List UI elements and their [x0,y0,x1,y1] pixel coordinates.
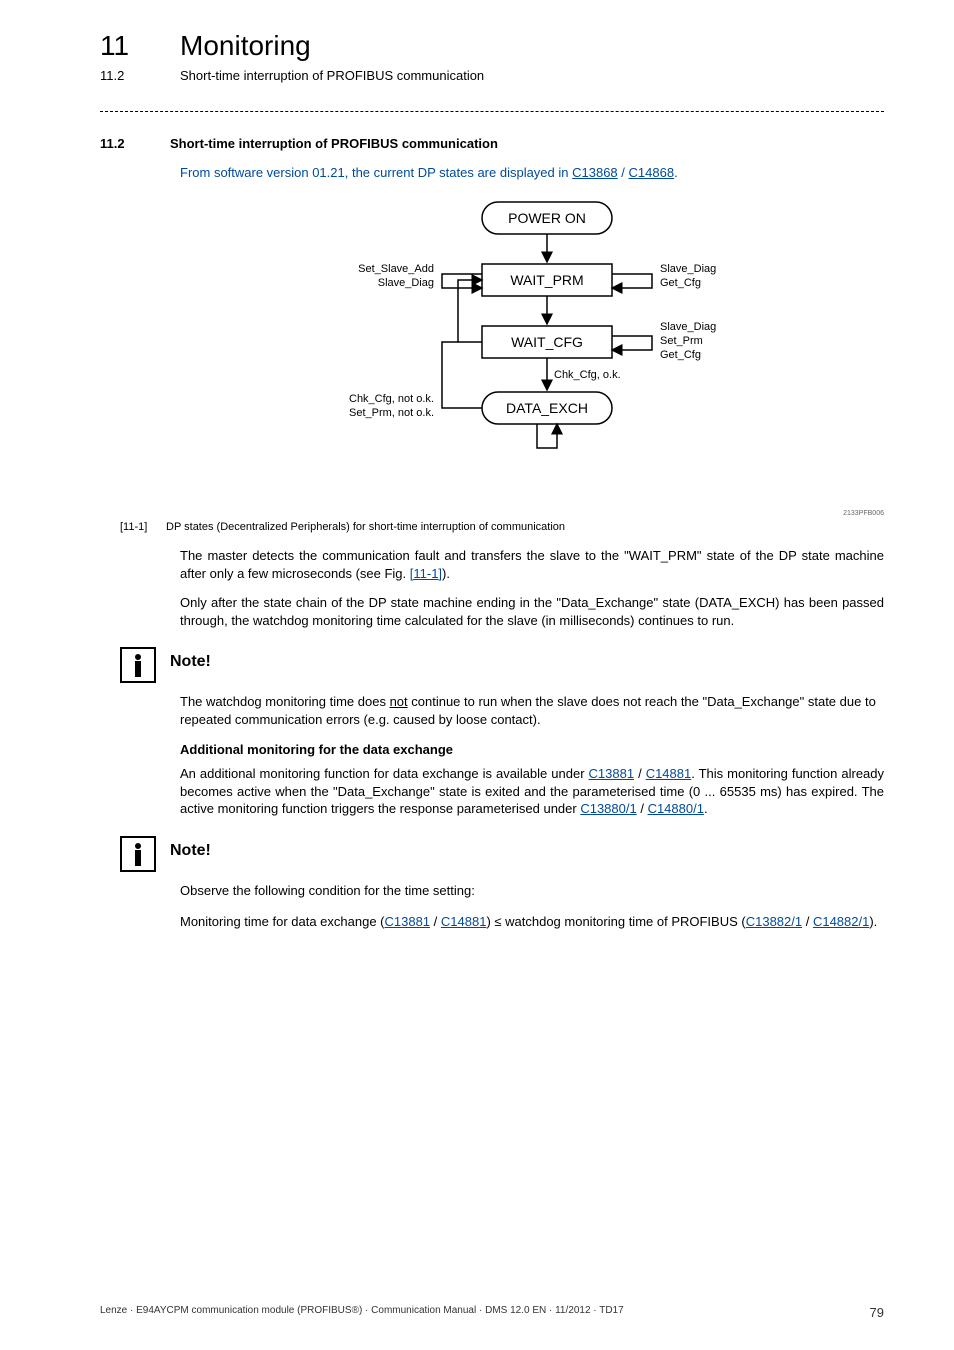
label-get-cfg-r2: Get_Cfg [660,349,701,361]
figure-caption: DP states (Decentralized Peripherals) fo… [166,521,565,533]
n2-s2: / [802,914,813,929]
note1-a: The watchdog monitoring time does [180,694,390,709]
link-c13880-1[interactable]: C13880/1 [580,801,636,816]
link-c14882-1[interactable]: C14882/1 [813,914,869,929]
state-power-on: POWER ON [508,210,586,226]
label-slave-diag-r2: Slave_Diag [660,321,716,333]
page-number: 79 [870,1305,884,1320]
divider [100,111,884,112]
note-title-1: Note! [170,653,211,671]
info-icon [120,836,156,872]
note2-line2: Monitoring time for data exchange (C1388… [180,913,884,931]
state-wait-prm: WAIT_PRM [510,272,583,288]
label-slave-diag-left: Slave_Diag [378,277,434,289]
para3-t1: An additional monitoring function for da… [180,766,589,781]
n2-c: ). [869,914,877,929]
link-fig-11-1[interactable]: [11-1] [410,566,442,581]
state-wait-cfg: WAIT_CFG [511,334,583,350]
n2-s1: / [430,914,441,929]
footer-text: Lenze · E94AYCPM communication module (P… [100,1305,624,1320]
para3-t3: . [704,801,708,816]
paragraph-3: An additional monitoring function for da… [180,765,884,818]
chapter-number: 11 [100,30,140,62]
subheading-additional: Additional monitoring for the data excha… [180,742,884,757]
link-c13868[interactable]: C13868 [572,165,618,180]
link-c14881-b[interactable]: C14881 [441,914,487,929]
header-sub-number: 11.2 [100,68,140,83]
label-set-prm-r: Set_Prm [660,335,703,347]
label-set-prm-nok: Set_Prm, not o.k. [349,407,434,419]
section-title: Short-time interruption of PROFIBUS comm… [170,136,498,151]
link-c13882-1[interactable]: C13882/1 [746,914,802,929]
para3-s2: / [637,801,648,816]
note1-not: not [390,694,408,709]
note-title-2: Note! [170,842,211,860]
section-number: 11.2 [100,136,140,151]
label-chk-cfg-nok: Chk_Cfg, not o.k. [349,393,434,405]
state-data-exch: DATA_EXCH [506,400,588,416]
label-get-cfg-r1: Get_Cfg [660,277,701,289]
label-set-slave-add: Set_Slave_Add [358,263,434,275]
intro-suffix: . [674,165,678,180]
link-c14880-1[interactable]: C14880/1 [648,801,704,816]
figure-label: [11-1] [120,521,154,533]
intro-text: From software version 01.21, the current… [180,165,884,180]
intro-prefix: From software version 01.21, the current… [180,165,572,180]
para3-s1: / [634,766,646,781]
link-c14881[interactable]: C14881 [646,766,692,781]
n2-b: ) ≤ watchdog monitoring time of PROFIBUS… [486,914,745,929]
intro-sep: / [618,165,629,180]
info-icon [120,647,156,683]
link-c14868[interactable]: C14868 [629,165,675,180]
n2-a: Monitoring time for data exchange ( [180,914,385,929]
link-c13881[interactable]: C13881 [589,766,635,781]
note2-line1: Observe the following condition for the … [180,882,884,900]
label-chk-cfg-ok: Chk_Cfg, o.k. [554,369,621,381]
paragraph-1: The master detects the communication fau… [180,547,884,582]
diagram-code: 2133PFB006 [843,510,884,517]
chapter-title: Monitoring [180,30,311,62]
para1-text: The master detects the communication fau… [180,548,884,581]
link-c13881-b[interactable]: C13881 [385,914,431,929]
header-sub-title: Short-time interruption of PROFIBUS comm… [180,68,484,83]
note-body-1: The watchdog monitoring time does not co… [180,693,884,728]
paragraph-2: Only after the state chain of the DP sta… [180,594,884,629]
para1-tail: ). [442,566,450,581]
dp-state-diagram: POWER ON WAIT_PRM Set_Slave_Add Slave_Di… [180,192,884,512]
label-slave-diag-r1: Slave_Diag [660,263,716,275]
